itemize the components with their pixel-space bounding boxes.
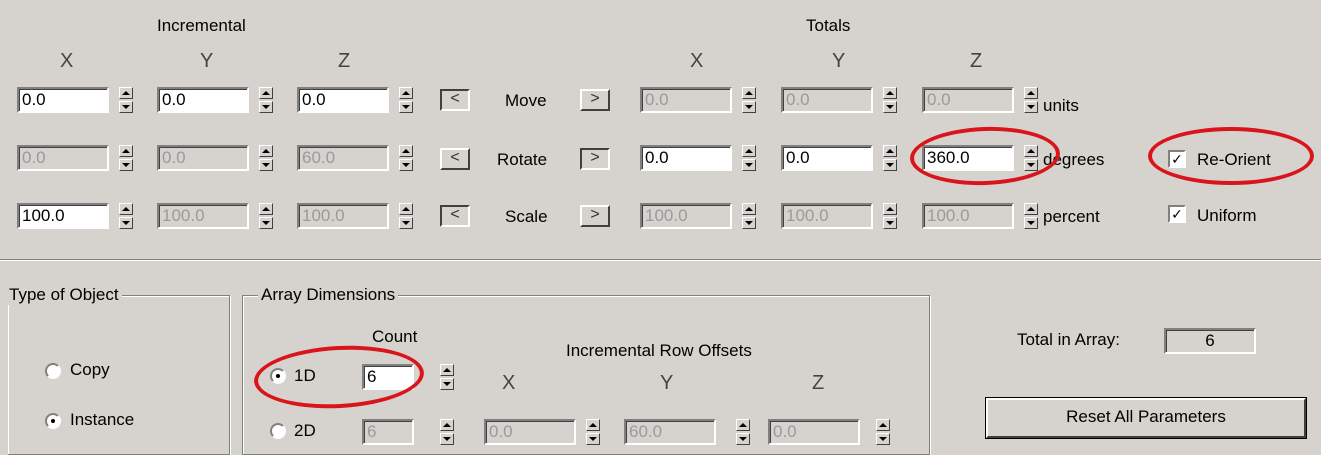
scale-tot-y-spinner[interactable]	[883, 203, 897, 229]
scale-inc-z-field[interactable]: 100.0	[297, 203, 389, 229]
tot-x-axis-label: X	[690, 50, 704, 72]
inc-x-axis-label: X	[60, 50, 74, 72]
checkmark-icon: ✓	[1171, 151, 1183, 167]
scale-inc-y-spinner[interactable]	[259, 203, 273, 229]
move-inc-x-spinner[interactable]	[119, 87, 133, 113]
offset-z-axis-label: Z	[812, 372, 825, 394]
scale-right-arrow-button[interactable]: >	[580, 205, 610, 227]
offset-x-axis-label: X	[502, 372, 516, 394]
move-tot-y-spinner[interactable]	[883, 87, 897, 113]
type-of-object-group	[8, 295, 230, 455]
move-right-arrow-button[interactable]: >	[580, 89, 610, 111]
instance-radio[interactable]	[45, 413, 61, 429]
move-inc-z-spinner[interactable]	[399, 87, 413, 113]
array-dimensions-title: Array Dimensions	[258, 285, 399, 305]
dim-2d-offset-x-spinner[interactable]	[586, 419, 600, 445]
move-tot-z-spinner[interactable]	[1024, 87, 1038, 113]
move-inc-z-field[interactable]: 0.0	[297, 87, 389, 113]
scale-inc-y-field[interactable]: 100.0	[157, 203, 249, 229]
scale-tot-x-field[interactable]: 100.0	[640, 203, 732, 229]
rotate-label: Rotate	[497, 150, 548, 169]
rotate-tot-y-spinner[interactable]	[883, 145, 897, 171]
rotate-left-arrow-button[interactable]: <	[440, 148, 470, 170]
copy-radio[interactable]	[45, 363, 61, 379]
rotate-tot-y-field[interactable]: 0.0	[781, 145, 873, 171]
tot-y-axis-label: Y	[832, 50, 846, 72]
rotate-right-arrow-button[interactable]: >	[580, 148, 610, 170]
total-in-array-label: Total in Array:	[1017, 330, 1120, 349]
move-label: Move	[505, 91, 547, 110]
dim-2d-offset-z-spinner[interactable]	[876, 419, 890, 445]
dim-2d-label: 2D	[294, 421, 316, 440]
scale-unit-label: percent	[1043, 207, 1100, 226]
dim-2d-offset-y-spinner[interactable]	[736, 419, 750, 445]
dim-1d-radio[interactable]	[270, 368, 286, 384]
dim-2d-offset-y-field[interactable]: 60.0	[624, 419, 716, 445]
dim-2d-offset-z-field[interactable]: 0.0	[768, 419, 860, 445]
scale-left-arrow-button[interactable]: <	[440, 205, 470, 227]
rotate-inc-z-field[interactable]: 60.0	[297, 145, 389, 171]
uniform-checkbox[interactable]: ✓	[1168, 205, 1186, 223]
tot-z-axis-label: Z	[970, 50, 983, 72]
dim-1d-count-field[interactable]: 6	[362, 364, 414, 390]
re-orient-checkbox[interactable]: ✓	[1168, 150, 1186, 168]
move-tot-x-field[interactable]: 0.0	[640, 87, 732, 113]
dim-2d-count-field[interactable]: 6	[362, 419, 414, 445]
re-orient-label: Re-Orient	[1197, 150, 1271, 169]
copy-label: Copy	[70, 360, 110, 379]
inc-z-axis-label: Z	[338, 50, 351, 72]
dim-1d-count-spinner[interactable]	[440, 364, 454, 390]
move-tot-z-field[interactable]: 0.0	[922, 87, 1014, 113]
scale-inc-x-spinner[interactable]	[119, 203, 133, 229]
scale-tot-z-spinner[interactable]	[1024, 203, 1038, 229]
scale-inc-x-field[interactable]: 100.0	[17, 203, 109, 229]
dim-2d-count-spinner[interactable]	[440, 419, 454, 445]
incremental-header: Incremental	[157, 16, 246, 35]
rotate-unit-label: degrees	[1043, 150, 1105, 169]
move-tot-y-field[interactable]: 0.0	[781, 87, 873, 113]
count-header: Count	[372, 327, 418, 346]
rotate-tot-z-field[interactable]: 360.0	[922, 145, 1014, 171]
rotate-inc-x-field[interactable]: 0.0	[17, 145, 109, 171]
rotate-tot-z-spinner[interactable]	[1024, 145, 1038, 171]
totals-header: Totals	[806, 16, 851, 35]
move-inc-y-spinner[interactable]	[259, 87, 273, 113]
move-inc-y-field[interactable]: 0.0	[157, 87, 249, 113]
inc-y-axis-label: Y	[200, 50, 214, 72]
move-unit-label: units	[1043, 96, 1079, 115]
scale-tot-x-spinner[interactable]	[742, 203, 756, 229]
rotate-tot-x-spinner[interactable]	[742, 145, 756, 171]
section-divider	[0, 259, 1321, 261]
move-tot-x-spinner[interactable]	[742, 87, 756, 113]
dim-1d-label: 1D	[294, 366, 316, 385]
move-left-arrow-button[interactable]: <	[440, 89, 470, 111]
reset-all-parameters-button[interactable]: Reset All Parameters	[985, 397, 1307, 439]
move-inc-x-field[interactable]: 0.0	[17, 87, 109, 113]
scale-tot-z-field[interactable]: 100.0	[922, 203, 1014, 229]
rotate-inc-x-spinner[interactable]	[119, 145, 133, 171]
rotate-tot-x-field[interactable]: 0.0	[640, 145, 732, 171]
uniform-label: Uniform	[1197, 206, 1257, 225]
scale-inc-z-spinner[interactable]	[399, 203, 413, 229]
dim-2d-radio[interactable]	[270, 423, 286, 439]
rotate-inc-y-spinner[interactable]	[259, 145, 273, 171]
dim-2d-offset-x-field[interactable]: 0.0	[484, 419, 576, 445]
type-of-object-title: Type of Object	[6, 285, 122, 305]
total-in-array-value: 6	[1164, 328, 1256, 354]
instance-label: Instance	[70, 410, 135, 429]
rotate-inc-y-field[interactable]: 0.0	[157, 145, 249, 171]
scale-tot-y-field[interactable]: 100.0	[781, 203, 873, 229]
row-offsets-header: Incremental Row Offsets	[566, 341, 752, 360]
offset-y-axis-label: Y	[660, 372, 674, 394]
checkmark-icon: ✓	[1171, 206, 1183, 222]
rotate-inc-z-spinner[interactable]	[399, 145, 413, 171]
scale-label: Scale	[505, 207, 548, 226]
